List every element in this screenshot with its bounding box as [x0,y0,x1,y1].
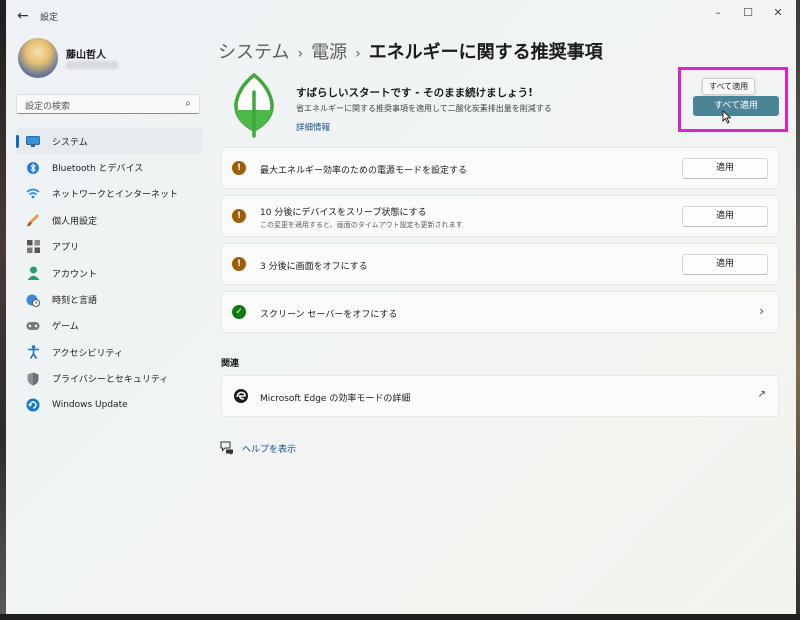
recommendation-card-screensaver[interactable]: ✓ スクリーン セーバーをオフにする › [221,291,779,333]
sidebar-item-label: アクセシビリティ [52,348,124,359]
recommendation-description: この変更を適用すると、画面のタイムアウト設定も更新されます [260,221,463,229]
page-title: エネルギーに関する推奨事項 [368,42,603,63]
sidebar-item-label: Bluetooth とデバイス [52,164,144,175]
gamepad-icon [26,319,40,333]
apply-button[interactable]: 適用 [682,206,768,227]
sidebar-item-privacy[interactable]: プライバシーとセキュリティ [16,366,202,392]
globe-clock-icon [26,293,40,307]
recommendation-title: スクリーン セーバーをオフにする [260,310,398,320]
sidebar-item-accounts[interactable]: アカウント [16,260,202,286]
background-desktop-bottom [0,614,800,620]
app-title: 設定 [40,13,59,23]
person-icon [26,266,40,281]
breadcrumb: システム › 電源 › エネルギーに関する推奨事項 [218,38,603,64]
brush-icon [26,213,40,227]
edge-icon [234,389,248,403]
hero-title: すばらしいスタートです - そのまま続けましょう! [296,87,533,99]
title-bar: ← 設定 – ☐ ✕ [6,0,796,32]
recommendation-title: 最大エネルギー効率のための電源モードを設定する [260,166,468,176]
learn-more-link[interactable]: 詳細情報 [296,121,330,133]
help-link[interactable]: ヘルプを表示 [220,441,296,455]
highlight-annotation-box [678,67,788,132]
warning-icon: ! [232,161,246,175]
update-icon [26,398,40,412]
help-label: ヘルプを表示 [242,444,297,455]
warning-icon: ! [232,257,246,271]
recommendation-title: 10 分後にデバイスをスリープ状態にする [260,208,427,218]
sidebar-item-network[interactable]: ネットワークとインターネット [16,181,202,207]
sidebar-item-label: Windows Update [52,400,128,411]
close-icon[interactable]: ✕ [764,4,792,22]
sidebar-item-gaming[interactable]: ゲーム [16,313,202,339]
mouse-cursor-icon [722,110,732,124]
avatar[interactable] [18,38,58,78]
bluetooth-icon [26,161,40,175]
leaf-icon [234,72,274,138]
sidebar-item-label: アプリ [52,243,80,254]
monitor-icon [26,134,40,148]
breadcrumb-separator: › [355,46,361,62]
sidebar-item-label: アカウント [52,269,98,280]
related-link-label: Microsoft Edge の効率モードの詳細 [260,394,411,404]
breadcrumb-separator: › [297,46,304,62]
settings-window: ← 設定 – ☐ ✕ 藤山哲人 設定の検索 ⌕ システム Bluetooth と… [6,0,796,614]
related-link-edge[interactable]: Microsoft Edge の効率モードの詳細 ↗ [221,375,779,417]
hero-subtitle: 省エネルギーに関する推奨事項を適用して二酸化炭素排出量を削減する [296,104,552,113]
external-link-icon: ↗ [757,389,766,400]
sidebar-item-bluetooth[interactable]: Bluetooth とデバイス [16,154,202,180]
search-icon: ⌕ [185,98,191,109]
search-placeholder: 設定の検索 [25,102,71,112]
recommendation-title: 3 分後に画面をオフにする [260,262,368,272]
sidebar-item-windows-update[interactable]: Windows Update [16,392,202,418]
user-name: 藤山哲人 [66,50,106,61]
recommendation-card-sleep: ! 10 分後にデバイスをスリープ状態にする この変更を適用すると、画面のタイム… [221,195,779,237]
sidebar-item-time-language[interactable]: 時刻と言語 [16,286,202,312]
sidebar-item-label: 個人用設定 [52,216,98,227]
shield-icon [26,372,40,386]
apps-icon [26,240,40,254]
background-desktop-right [796,0,800,620]
warning-icon: ! [232,209,246,223]
wifi-icon [26,187,40,201]
recommendation-card-power-mode: ! 最大エネルギー効率のための電源モードを設定する 適用 [221,147,779,189]
sidebar-item-system[interactable]: システム [16,128,202,155]
apply-button[interactable]: 適用 [682,254,768,275]
breadcrumb-power[interactable]: 電源 [311,42,347,63]
sidebar-item-label: システム [52,137,88,148]
sidebar-item-label: ネットワークとインターネット [52,190,179,201]
sidebar-item-apps[interactable]: アプリ [16,234,202,260]
recommendation-card-screen-off: ! 3 分後に画面をオフにする 適用 [221,243,779,285]
minimize-icon[interactable]: – [704,4,732,22]
breadcrumb-system[interactable]: システム [218,42,289,63]
sidebar-item-accessibility[interactable]: アクセシビリティ [16,339,202,365]
sidebar-nav: システム Bluetooth とデバイス ネットワークとインターネット 個人用設… [16,128,202,418]
back-arrow-icon[interactable]: ← [14,7,32,25]
sidebar-item-personalization[interactable]: 個人用設定 [16,207,202,233]
sidebar-item-label: プライバシーとセキュリティ [52,375,169,386]
chevron-right-icon: › [759,304,764,318]
checkmark-icon: ✓ [232,305,246,319]
related-heading: 関連 [221,359,240,369]
help-chat-icon [220,441,234,455]
user-email-redacted [66,61,118,69]
sidebar-item-label: ゲーム [52,322,79,333]
accessibility-icon [26,345,40,360]
sidebar-item-label: 時刻と言語 [52,296,98,307]
search-input[interactable]: 設定の検索 ⌕ [16,94,200,114]
maximize-icon[interactable]: ☐ [734,4,762,22]
apply-button[interactable]: 適用 [682,158,768,179]
